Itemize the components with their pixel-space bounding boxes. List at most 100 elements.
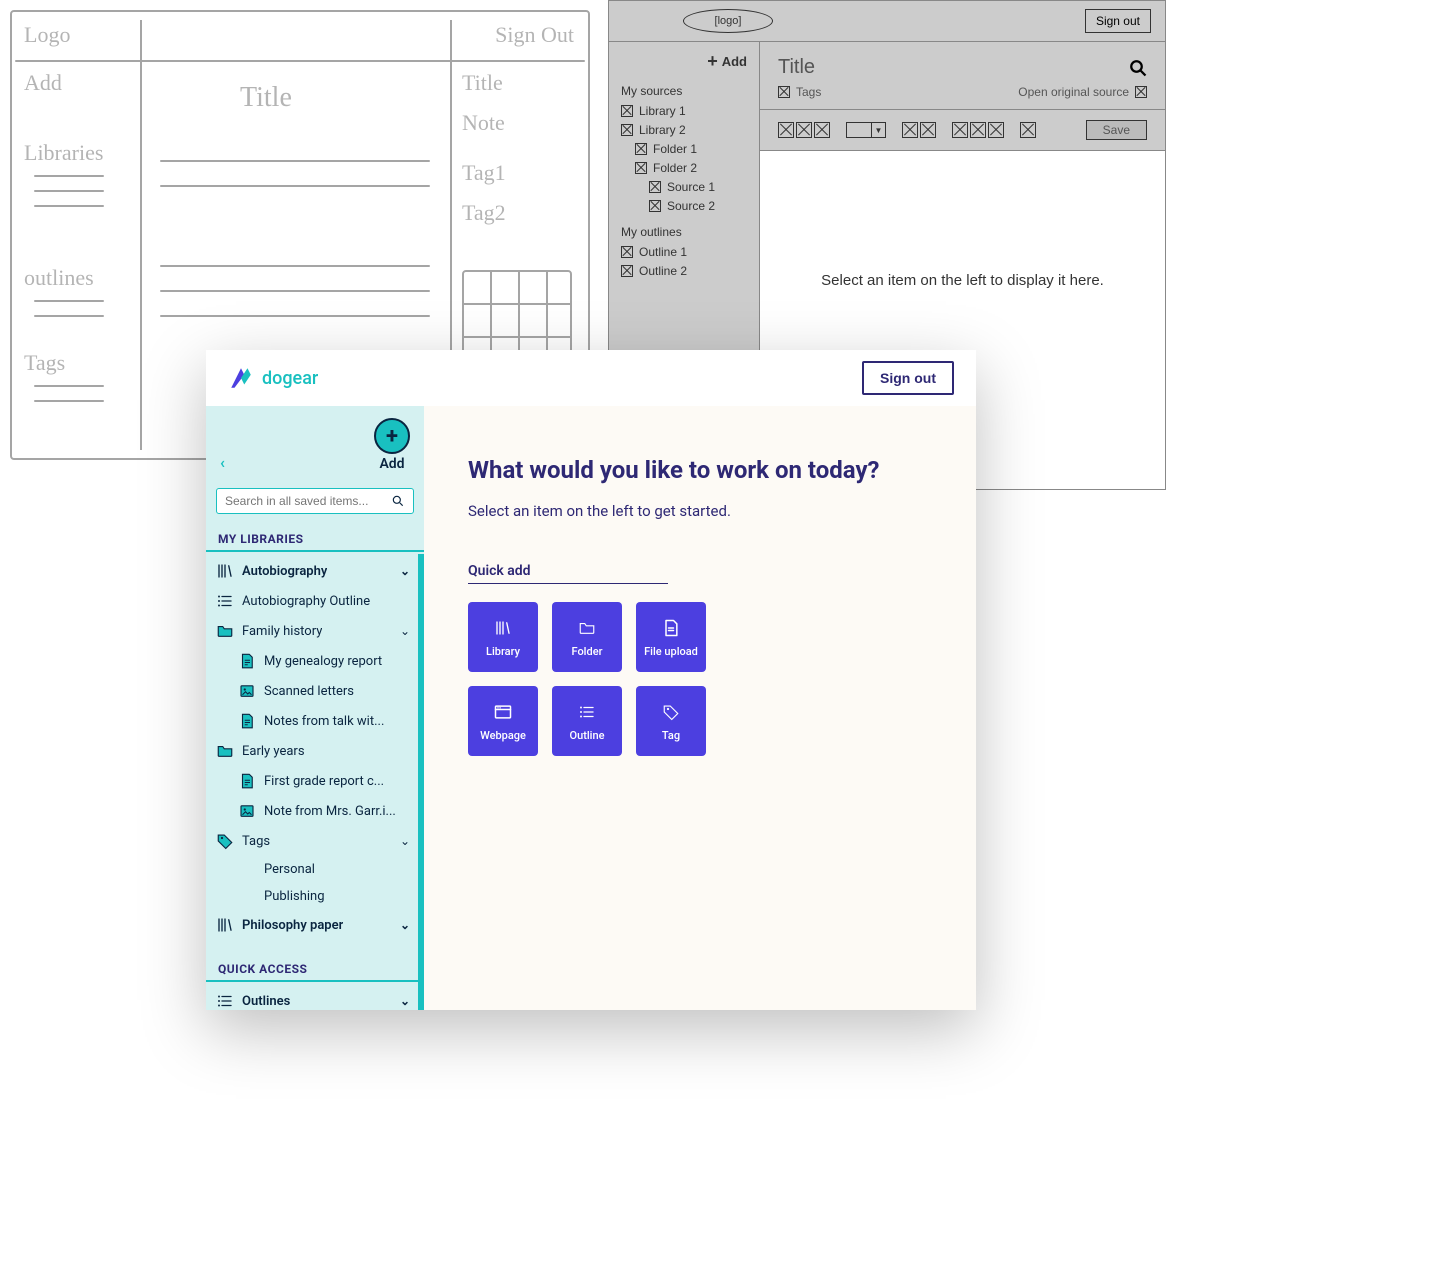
signout-button[interactable]: Sign out — [862, 361, 954, 395]
wf-signout-button[interactable]: Sign out — [1085, 9, 1151, 33]
quickadd-label: Library — [486, 645, 520, 658]
sidebar-item[interactable]: Tags⌄ — [206, 826, 424, 856]
quickadd-folder-tile[interactable]: Folder — [552, 602, 622, 672]
quickadd-tag-tile[interactable]: Tag — [636, 686, 706, 756]
sidebar-item[interactable]: Scanned letters — [206, 676, 424, 706]
sidebar-item[interactable]: Outlines⌄ — [206, 986, 424, 1010]
wf-item[interactable]: Outline 2 — [621, 264, 747, 278]
toolbar-icon[interactable] — [902, 122, 918, 138]
sidebar-item[interactable]: First grade report c... — [206, 766, 424, 796]
wf-title: Title — [778, 56, 815, 79]
sidebar-item[interactable]: My genealogy report — [206, 646, 424, 676]
add-label: Add — [379, 456, 404, 472]
sketch-outlines: outlines — [24, 265, 94, 291]
sidebar-item[interactable]: Autobiography Outline — [206, 586, 424, 616]
wf-mysources-heading: My sources — [621, 84, 747, 98]
hf-topbar: dogear Sign out — [206, 350, 976, 406]
sidebar-item[interactable]: Early years — [206, 736, 424, 766]
webpage-icon — [493, 701, 513, 723]
save-button[interactable]: Save — [1086, 120, 1147, 140]
toolbar-icon[interactable] — [988, 122, 1004, 138]
sidebar-item-label: Personal — [264, 862, 315, 877]
sidebar-item-label: Early years — [242, 744, 305, 759]
image-icon — [238, 802, 256, 820]
toolbar-icon[interactable] — [952, 122, 968, 138]
sketch-title: Title — [240, 82, 292, 114]
sidebar-item[interactable]: Notes from talk wit... — [206, 706, 424, 736]
library-icon — [216, 916, 234, 934]
wf-item[interactable]: Library 2 — [621, 123, 747, 137]
toolbar-icon[interactable] — [970, 122, 986, 138]
brand-name: dogear — [262, 368, 318, 389]
wf-item[interactable]: Folder 2 — [635, 161, 747, 175]
wf-topbar: [logo] Sign out — [609, 1, 1165, 41]
placeholder-icon — [635, 162, 647, 174]
sketch-tags: Tags — [24, 350, 65, 376]
toolbar-icon[interactable] — [778, 122, 794, 138]
toolbar-select[interactable]: ▼ — [846, 122, 886, 138]
folder-icon — [578, 617, 596, 639]
wf-tags[interactable]: Tags — [778, 85, 821, 99]
sidebar-item[interactable]: Family history⌄ — [206, 616, 424, 646]
library-icon — [494, 617, 512, 639]
quickadd-outline-tile[interactable]: Outline — [552, 686, 622, 756]
sidebar-item[interactable]: Note from Mrs. Garr.i... — [206, 796, 424, 826]
sketch-side-note: Note — [462, 110, 505, 136]
sketch-logo: Logo — [24, 22, 70, 48]
folder-icon — [216, 622, 234, 640]
wf-item[interactable]: Folder 1 — [635, 142, 747, 156]
toolbar-icon[interactable] — [814, 122, 830, 138]
search-icon[interactable] — [1129, 59, 1147, 77]
quickadd-file-tile[interactable]: File upload — [636, 602, 706, 672]
search-icon — [391, 494, 405, 508]
toolbar-icon[interactable] — [796, 122, 812, 138]
quickadd-label: Outline — [570, 729, 605, 742]
outline-icon — [578, 701, 596, 723]
placeholder-icon — [1135, 86, 1147, 98]
sidebar-item-label: Outlines — [242, 994, 290, 1009]
wf-logo: [logo] — [683, 9, 773, 33]
hf-sidebar: ‹ + Add MY LIBRARIES Autobiography⌄Autob… — [206, 406, 424, 1010]
sidebar-item-label: Note from Mrs. Garr.i... — [264, 804, 396, 819]
sidebar-item-label: Autobiography — [242, 564, 327, 579]
back-button[interactable]: ‹ — [220, 453, 225, 472]
wf-item[interactable]: Source 1 — [649, 180, 747, 194]
placeholder-icon — [649, 200, 661, 212]
mylibraries-heading: MY LIBRARIES — [206, 520, 424, 552]
library-icon — [216, 562, 234, 580]
file-icon — [661, 617, 681, 639]
folder-icon — [216, 742, 234, 760]
hifi-layer: dogear Sign out ‹ + Add MY LIBRARIES Aut… — [206, 350, 976, 1010]
quickadd-library-tile[interactable]: Library — [468, 602, 538, 672]
quickadd-webpage-tile[interactable]: Webpage — [468, 686, 538, 756]
wf-item[interactable]: Outline 1 — [621, 245, 747, 259]
search-input-container[interactable] — [216, 488, 414, 514]
add-button[interactable]: + — [374, 418, 410, 454]
chevron-down-icon: ⌄ — [400, 918, 410, 932]
toolbar-icon[interactable] — [920, 122, 936, 138]
sidebar-item[interactable]: Philosophy paper ⌄ — [206, 910, 424, 940]
sidebar-item-label: First grade report c... — [264, 774, 384, 789]
sidebar-item-label: Philosophy paper — [242, 918, 343, 933]
sidebar-item-label: Family history — [242, 624, 322, 639]
search-input[interactable] — [225, 494, 391, 508]
sidebar-item[interactable]: Personal — [206, 856, 424, 883]
sketch-side-title: Title — [462, 70, 503, 96]
sketch-signout: Sign Out — [495, 22, 574, 48]
sidebar-item[interactable]: Publishing — [206, 883, 424, 910]
hf-logo: dogear — [228, 365, 318, 391]
placeholder-icon — [778, 86, 790, 98]
wf-open-original[interactable]: Open original source — [1018, 85, 1147, 99]
wf-add-button[interactable]: + Add — [621, 52, 747, 70]
outline-icon — [216, 992, 234, 1010]
main-subline: Select an item on the left to get starte… — [468, 502, 932, 520]
wf-toolbar: ▼ Save — [760, 109, 1165, 151]
wf-myoutlines-heading: My outlines — [621, 225, 747, 239]
sidebar-item[interactable]: Autobiography⌄ — [206, 556, 424, 586]
toolbar-icon[interactable] — [1020, 122, 1036, 138]
quickadd-label: File upload — [644, 645, 698, 658]
wf-item[interactable]: Source 2 — [649, 199, 747, 213]
placeholder-icon — [635, 143, 647, 155]
plus-icon: + — [707, 52, 718, 70]
wf-item[interactable]: Library 1 — [621, 104, 747, 118]
